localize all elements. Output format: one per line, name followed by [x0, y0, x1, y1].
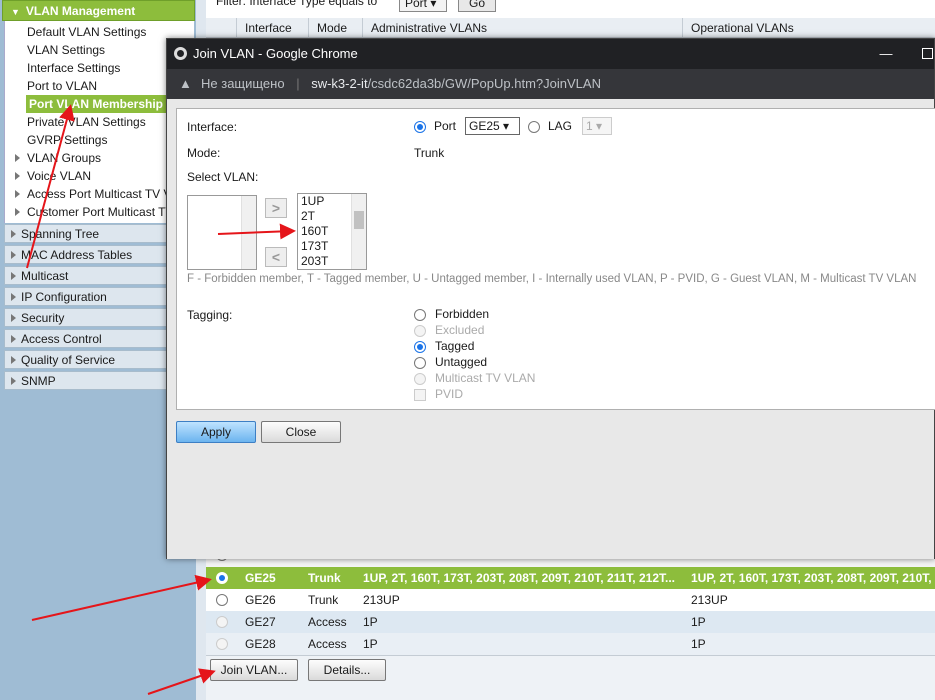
url-host: sw-k3-2-it — [311, 76, 368, 91]
vlan-list-item[interactable]: 1UP — [301, 194, 324, 209]
cell-admin-vlans: 213UP — [363, 593, 400, 607]
port-select[interactable]: GE25 ▾ — [465, 117, 520, 135]
remove-vlan-arrow-button[interactable]: < — [265, 247, 287, 267]
url-path: /csdc62da3b/GW/PopUp.htm?JoinVLAN — [367, 76, 601, 91]
tagging-forbidden-label: Forbidden — [435, 307, 490, 321]
table-header: Interface Mode Administrative VLANs Oper… — [206, 18, 935, 38]
popup-title: Join VLAN - Google Chrome — [193, 46, 358, 61]
available-vlan-listbox[interactable] — [187, 195, 257, 270]
sidebar-item-default-vlan-settings[interactable]: Default VLAN Settings — [27, 23, 146, 41]
sidebar-item-gvrp-settings[interactable]: GVRP Settings — [27, 131, 107, 149]
address-bar[interactable]: ▲ Не защищено | sw-k3-2-it/csdc62da3b/GW… — [167, 69, 934, 99]
cell-admin-vlans: 1P — [363, 615, 378, 629]
cell-oper-vlans: 1UP, 2T, 160T, 173T, 203T, 208T, 209T, 2… — [691, 571, 935, 585]
minimize-icon[interactable]: — — [879, 39, 893, 69]
join-vlan-button[interactable]: Join VLAN... — [210, 659, 298, 681]
sidebar-item-port-to-vlan[interactable]: Port to VLAN — [27, 77, 97, 95]
table-action-bar: Join VLAN... Details... — [206, 655, 935, 700]
mode-label: Mode: — [187, 146, 221, 160]
popup-titlebar: Join VLAN - Google Chrome — — [167, 39, 934, 69]
cell-oper-vlans: 1P — [691, 615, 706, 629]
vlan-list-item[interactable]: 160T — [301, 224, 328, 239]
cell-mode: Trunk — [308, 593, 339, 607]
cell-interface: GE28 — [245, 637, 276, 651]
pvid-label: PVID — [435, 387, 464, 401]
tagging-untagged-radio[interactable] — [414, 357, 426, 369]
sidebar-item-vlan-groups[interactable]: VLAN Groups — [14, 149, 101, 167]
lag-radio[interactable] — [528, 121, 540, 133]
listbox-scrollbar[interactable] — [241, 196, 256, 269]
tagging-untagged-label: Untagged — [435, 355, 488, 369]
col-header-administrative-vlans[interactable]: Administrative VLANs — [362, 18, 682, 38]
tagging-forbidden-radio[interactable] — [414, 309, 426, 321]
table-row[interactable]: GE25 Trunk 1UP, 2T, 160T, 173T, 203T, 20… — [206, 567, 935, 589]
tagging-tagged-label: Tagged — [435, 339, 475, 353]
popup-content: Interface: Port GE25 ▾ LAG 1 ▾ Mode: Tru… — [167, 99, 935, 559]
select-vlan-label: Select VLAN: — [187, 170, 259, 184]
row-radio-selected[interactable] — [216, 572, 228, 584]
scrollbar-thumb[interactable] — [354, 211, 364, 229]
details-button[interactable]: Details... — [308, 659, 386, 681]
vlan-list-item[interactable]: 203T — [301, 254, 328, 269]
sidebar-item-voice-vlan[interactable]: Voice VLAN — [14, 167, 91, 185]
expand-arrow-icon: ▼ — [11, 7, 20, 17]
filter-bar: Filter: Interface Type equals to Port ▾ … — [206, 0, 935, 16]
cell-oper-vlans: 1P — [691, 637, 706, 651]
selected-vlan-listbox[interactable]: 1UP 2T 160T 173T 203T — [297, 193, 367, 270]
cell-admin-vlans: 1UP, 2T, 160T, 173T, 203T, 208T, 209T, 2… — [363, 571, 675, 585]
listbox-scrollbar[interactable] — [351, 194, 366, 269]
port-radio[interactable] — [414, 121, 426, 133]
interface-type-select[interactable]: Port ▾ — [399, 0, 447, 12]
not-secure-label: Не защищено — [201, 76, 285, 91]
lag-label: LAG — [548, 119, 573, 133]
port-label: Port — [434, 119, 457, 133]
filter-label: Filter: Interface Type equals to — [216, 0, 378, 8]
join-vlan-popup-window: Join VLAN - Google Chrome — ▲ Не защищен… — [166, 38, 935, 559]
sidebar-item-port-vlan-membership[interactable]: Port VLAN Membership — [26, 95, 167, 113]
go-button[interactable]: Go — [458, 0, 496, 12]
apply-button[interactable]: Apply — [176, 421, 256, 443]
cell-admin-vlans: 1P — [363, 637, 378, 651]
tagging-excluded-label: Excluded — [435, 323, 485, 337]
warning-icon: ▲ — [179, 76, 192, 91]
pvid-checkbox[interactable] — [414, 389, 426, 401]
tagging-tagged-radio[interactable] — [414, 341, 426, 353]
tagging-multicast-tv-radio[interactable] — [414, 373, 426, 385]
col-header-operational-vlans[interactable]: Operational VLANs — [682, 18, 935, 38]
vlan-list-item[interactable]: 2T — [301, 209, 315, 224]
cell-mode: Access — [308, 615, 347, 629]
cell-mode: Trunk — [308, 571, 341, 585]
cell-interface: GE26 — [245, 593, 276, 607]
table-row[interactable]: GE26 Trunk 213UP 213UP — [206, 589, 935, 611]
sidebar-item-private-vlan-settings[interactable]: Private VLAN Settings — [27, 113, 146, 131]
table-row[interactable]: GE28 Access 1P 1P — [206, 633, 935, 655]
interface-label: Interface: — [187, 120, 238, 134]
vlan-legend: F - Forbidden member, T - Tagged member,… — [187, 273, 917, 285]
cell-mode: Access — [308, 637, 347, 651]
col-header-mode[interactable]: Mode — [308, 18, 362, 38]
cell-interface: GE25 — [245, 571, 276, 585]
cell-interface: GE27 — [245, 615, 276, 629]
chrome-logo-icon — [174, 47, 187, 60]
row-radio[interactable] — [216, 638, 228, 650]
tagging-label: Tagging: — [187, 308, 233, 322]
table-row[interactable]: GE27 Access 1P 1P — [206, 611, 935, 633]
tagging-multicast-tv-label: Multicast TV VLAN — [435, 371, 536, 385]
sidebar-item-vlan-settings[interactable]: VLAN Settings — [27, 41, 105, 59]
row-radio[interactable] — [216, 616, 228, 628]
lag-select[interactable]: 1 ▾ — [582, 117, 612, 135]
close-button[interactable]: Close — [261, 421, 341, 443]
tagging-excluded-radio[interactable] — [414, 325, 426, 337]
col-header-interface[interactable]: Interface — [236, 18, 308, 38]
vlan-list-item[interactable]: 173T — [301, 239, 328, 254]
add-vlan-arrow-button[interactable]: > — [265, 198, 287, 218]
sidebar-item-interface-settings[interactable]: Interface Settings — [27, 59, 120, 77]
cell-oper-vlans: 213UP — [691, 593, 728, 607]
row-radio[interactable] — [216, 594, 228, 606]
maximize-icon[interactable] — [922, 48, 933, 59]
mode-value: Trunk — [414, 146, 445, 160]
menu-header-vlan-management[interactable]: ▼ VLAN Management — [2, 0, 195, 21]
join-vlan-form: Interface: Port GE25 ▾ LAG 1 ▾ Mode: Tru… — [176, 108, 935, 410]
